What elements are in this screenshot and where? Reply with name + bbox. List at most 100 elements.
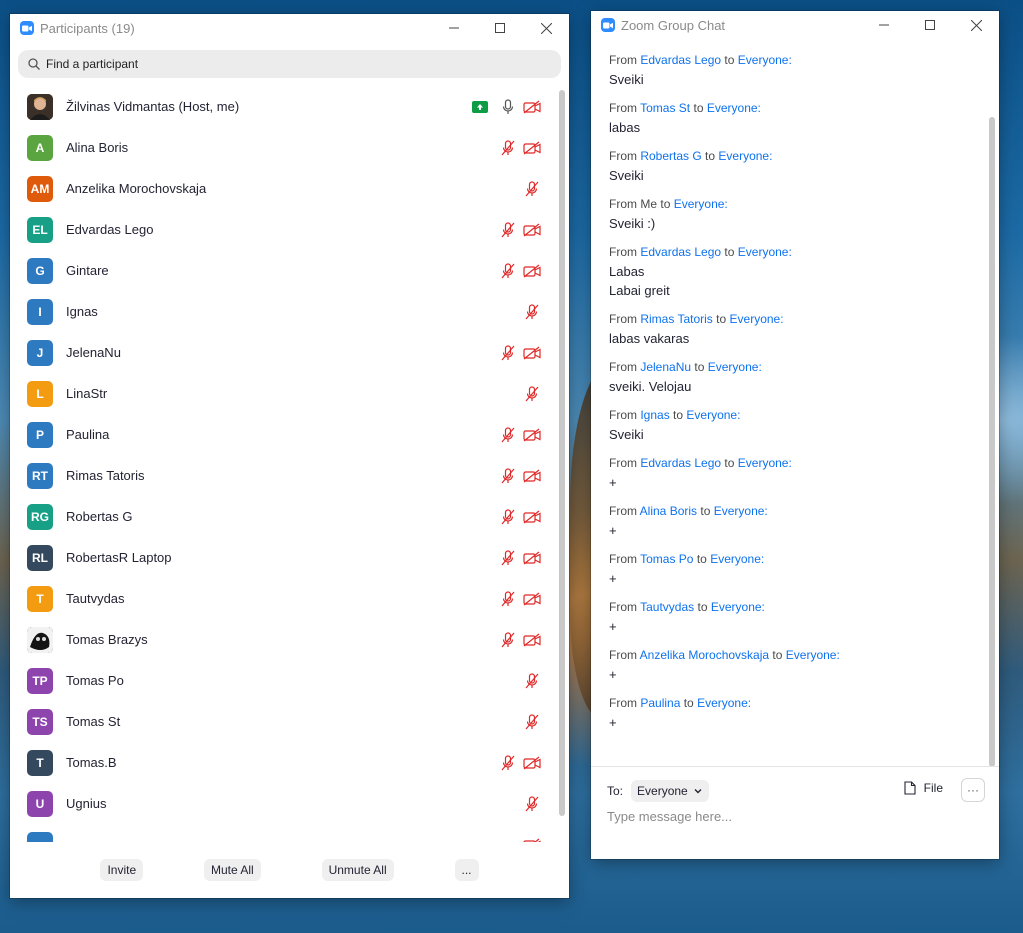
participant-row[interactable]: TP Tomas Po bbox=[10, 660, 557, 701]
close-button[interactable] bbox=[953, 11, 999, 39]
mic-muted-icon[interactable] bbox=[496, 466, 520, 486]
participant-row[interactable]: RL RobertasR Laptop bbox=[10, 537, 557, 578]
sender-name[interactable]: Edvardas Lego bbox=[640, 245, 721, 259]
chat-scrollbar[interactable] bbox=[989, 117, 995, 767]
mic-muted-icon[interactable] bbox=[496, 425, 520, 445]
participant-row[interactable]: RT Rimas Tatoris bbox=[10, 455, 557, 496]
video-off-icon[interactable] bbox=[520, 425, 544, 445]
mic-icon[interactable] bbox=[496, 97, 520, 117]
participant-row[interactable]: A Alina Boris bbox=[10, 127, 557, 168]
mic-muted-icon[interactable] bbox=[520, 302, 544, 322]
sender-name[interactable]: Ignas bbox=[640, 408, 669, 422]
sender-name[interactable]: Tautvydas bbox=[640, 600, 694, 614]
mic-muted-icon[interactable] bbox=[496, 753, 520, 773]
participant-row[interactable]: P Paulina bbox=[10, 414, 557, 455]
participant-list[interactable]: Žilvinas Vidmantas (Host, me) A Alina Bor… bbox=[10, 86, 557, 842]
mic-muted-icon[interactable] bbox=[520, 794, 544, 814]
maximize-button[interactable] bbox=[477, 14, 523, 42]
participant-row[interactable]: TS Tomas St bbox=[10, 701, 557, 742]
mic-muted-icon[interactable] bbox=[520, 712, 544, 732]
mic-muted-icon[interactable] bbox=[520, 179, 544, 199]
mic-muted-icon[interactable] bbox=[496, 261, 520, 281]
recipient-name[interactable]: Everyone: bbox=[707, 101, 761, 115]
participant-row[interactable]: T Tomas.B bbox=[10, 742, 557, 783]
mic-muted-icon[interactable] bbox=[496, 507, 520, 527]
recipient-name[interactable]: Everyone: bbox=[738, 456, 792, 470]
mic-muted-icon[interactable] bbox=[496, 138, 520, 158]
recipient-name[interactable]: Everyone: bbox=[738, 245, 792, 259]
video-off-icon[interactable] bbox=[520, 548, 544, 568]
message-input[interactable] bbox=[607, 809, 977, 824]
video-off-icon[interactable] bbox=[520, 630, 544, 650]
sender-name[interactable]: Rimas Tatoris bbox=[640, 312, 712, 326]
mic-muted-icon[interactable] bbox=[496, 548, 520, 568]
video-off-icon[interactable] bbox=[520, 589, 544, 609]
participant-row[interactable]: U Ugnius bbox=[10, 783, 557, 824]
recipient-dropdown[interactable]: Everyone bbox=[631, 780, 709, 802]
chat-more-button[interactable]: ··· bbox=[961, 778, 985, 802]
participant-row[interactable]: T Tautvydas bbox=[10, 578, 557, 619]
sender-name[interactable]: Edvardas Lego bbox=[640, 456, 721, 470]
sender-name[interactable]: Robertas G bbox=[640, 149, 701, 163]
sender-name[interactable]: Tomas Po bbox=[640, 552, 693, 566]
recipient-name[interactable]: Everyone: bbox=[718, 149, 772, 163]
chat-titlebar[interactable]: Zoom Group Chat bbox=[591, 11, 999, 39]
sender-name[interactable]: JelenaNu bbox=[640, 360, 691, 374]
mic-muted-icon[interactable] bbox=[496, 343, 520, 363]
file-button[interactable]: File bbox=[904, 781, 943, 795]
minimize-button[interactable] bbox=[861, 11, 907, 39]
mic-muted-icon[interactable] bbox=[520, 384, 544, 404]
recipient-name[interactable]: Everyone: bbox=[697, 696, 751, 710]
sender-name[interactable]: Paulina bbox=[640, 696, 680, 710]
chat-message-area[interactable]: From Edvardas Lego to Everyone: Sveiki Fro… bbox=[591, 39, 987, 766]
participant-list-scrollbar[interactable] bbox=[559, 90, 565, 816]
video-off-icon[interactable] bbox=[520, 343, 544, 363]
recipient-name[interactable]: Everyone: bbox=[711, 600, 765, 614]
recipient-name[interactable]: Everyone: bbox=[710, 552, 764, 566]
sender-name[interactable]: Edvardas Lego bbox=[640, 53, 721, 67]
participant-row[interactable]: J JelenaNu bbox=[10, 332, 557, 373]
participant-name: LinaStr bbox=[66, 386, 108, 401]
recipient-name[interactable]: Everyone: bbox=[730, 312, 784, 326]
recipient-name[interactable]: Everyone: bbox=[708, 360, 762, 374]
participant-row[interactable]: I Ignas bbox=[10, 291, 557, 332]
participant-row[interactable]: AM Anzelika Morochovskaja bbox=[10, 168, 557, 209]
close-button[interactable] bbox=[523, 14, 569, 42]
sender-name[interactable]: Anzelika Morochovskaja bbox=[640, 648, 769, 662]
mic-muted-icon[interactable] bbox=[496, 630, 520, 650]
unmute-all-button[interactable]: Unmute All bbox=[321, 859, 394, 881]
recipient-name[interactable]: Everyone: bbox=[786, 648, 840, 662]
participant-row[interactable]: EL Edvardas Lego bbox=[10, 209, 557, 250]
minimize-button[interactable] bbox=[431, 14, 477, 42]
avatar: TS bbox=[27, 708, 53, 735]
mic-muted-icon[interactable] bbox=[496, 589, 520, 609]
video-off-icon[interactable] bbox=[520, 97, 544, 117]
participant-row[interactable]: Tomas Brazys bbox=[10, 619, 557, 660]
sender-name[interactable]: Tomas St bbox=[640, 101, 690, 115]
participant-row[interactable]: RG Robertas G bbox=[10, 496, 557, 537]
video-off-icon[interactable] bbox=[520, 507, 544, 527]
video-off-icon[interactable] bbox=[520, 466, 544, 486]
recipient-name[interactable]: Everyone: bbox=[686, 408, 740, 422]
video-off-icon[interactable] bbox=[520, 835, 544, 842]
participant-row[interactable]: G Gintare bbox=[10, 250, 557, 291]
search-participant-field[interactable]: Find a participant bbox=[18, 50, 561, 78]
recipient-name[interactable]: Everyone: bbox=[738, 53, 792, 67]
recipient-name[interactable]: Everyone: bbox=[714, 504, 768, 518]
recipient-name[interactable]: Everyone: bbox=[674, 197, 728, 211]
more-options-button[interactable]: ... bbox=[454, 859, 479, 881]
video-off-icon[interactable] bbox=[520, 261, 544, 281]
video-off-icon[interactable] bbox=[520, 138, 544, 158]
mic-muted-icon[interactable] bbox=[496, 220, 520, 240]
participants-titlebar[interactable]: Participants (19) bbox=[10, 14, 569, 42]
maximize-button[interactable] bbox=[907, 11, 953, 39]
sender-name[interactable]: Alina Boris bbox=[640, 504, 697, 518]
participant-row[interactable]: L LinaStr bbox=[10, 373, 557, 414]
mute-all-button[interactable]: Mute All bbox=[204, 859, 261, 881]
video-off-icon[interactable] bbox=[520, 753, 544, 773]
participant-row[interactable]: Žilvinas Vidmantas (Host, me) bbox=[10, 86, 557, 127]
video-off-icon[interactable] bbox=[520, 220, 544, 240]
mic-muted-icon[interactable] bbox=[520, 671, 544, 691]
participant-row[interactable] bbox=[10, 824, 557, 842]
invite-button[interactable]: Invite bbox=[100, 859, 144, 881]
